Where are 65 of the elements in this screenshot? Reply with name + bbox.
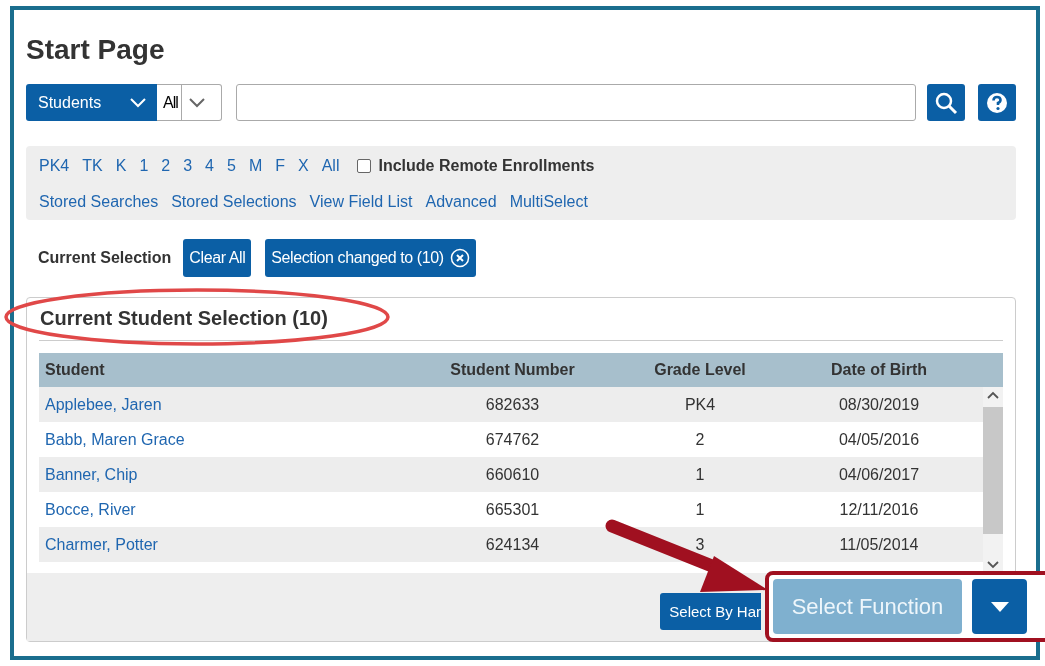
page-title: Start Page [26, 34, 166, 67]
search-icon [934, 90, 958, 115]
table-cell-text: 624134 [484, 535, 541, 554]
table-cell-text: 04/05/2016 [837, 430, 921, 449]
table-cell-text: 11/05/2014 [838, 535, 920, 554]
student-link[interactable]: Babb, Maren Grace [39, 430, 400, 449]
table-cell-text: 665301 [484, 500, 541, 519]
search-button[interactable] [927, 84, 965, 121]
student-link[interactable]: Bocce, River [39, 500, 400, 519]
search-link[interactable]: Stored Selections [171, 193, 297, 211]
panel-heading: Current Student Selection (10) [39, 307, 1003, 341]
table-cell-text: 04/06/2017 [837, 465, 921, 484]
current-selection-label: Current Selection [38, 249, 172, 267]
grade-link[interactable]: F [275, 157, 285, 175]
table-cell-text: 1 [694, 465, 706, 484]
grade-link[interactable]: 4 [205, 157, 214, 175]
table-cell-text: 3 [694, 535, 706, 554]
search-field[interactable] [236, 84, 916, 121]
help-icon [986, 91, 1008, 114]
scrollbar[interactable] [983, 387, 1003, 573]
table-cell-text: 2 [694, 430, 706, 449]
table-cell-text: 08/30/2019 [837, 395, 921, 414]
grade-link[interactable]: 3 [183, 157, 193, 175]
help-button[interactable] [978, 84, 1016, 121]
column-header: Student Number [449, 361, 576, 379]
checkbox[interactable] [357, 159, 372, 173]
table-cell-text: 12/11/2016 [838, 500, 920, 519]
column-header: Grade Level [653, 361, 747, 379]
search-link[interactable]: Stored Searches [39, 193, 159, 211]
search-link[interactable]: Advanced [425, 193, 497, 211]
grade-link[interactable]: 1 [139, 157, 149, 175]
grade-link[interactable]: K [115, 157, 127, 175]
filter-dropdown[interactable]: All [157, 84, 222, 121]
chevron-icon [129, 96, 147, 109]
scroll-up-icon [987, 391, 999, 399]
column-header: Date of Birth [830, 361, 928, 379]
table-cell-text: PK4 [683, 395, 717, 414]
student-link[interactable]: Banner, Chip [39, 465, 400, 484]
scroll-thumb[interactable] [983, 407, 1003, 534]
clear-all-button[interactable]: Clear All [183, 239, 252, 277]
checkbox-label: Include Remote Enrollments [378, 157, 595, 175]
search-link[interactable]: View Field List [309, 193, 413, 211]
student-link[interactable]: Charmer, Potter [39, 535, 400, 554]
chevron-icon [187, 96, 206, 109]
column-header: Student [44, 361, 106, 379]
scroll-down-icon [987, 561, 999, 569]
table-cell-text: 682633 [484, 395, 541, 414]
student-link[interactable]: Applebee, Jaren [39, 395, 400, 414]
search-link[interactable]: MultiSelect [509, 193, 588, 211]
grade-link[interactable]: M [248, 157, 263, 175]
caret-icon [989, 600, 1010, 613]
scope-dropdown[interactable]: Students [26, 84, 157, 121]
close-icon [449, 248, 470, 268]
table-cell-text: 674762 [484, 430, 541, 449]
select-by-hand-button[interactable]: Select By Har [660, 593, 761, 630]
table-cell-text: 1 [694, 500, 706, 519]
table-cell-text: 660610 [484, 465, 541, 484]
grade-link[interactable]: X [298, 157, 309, 175]
grade-link[interactable]: PK4 [39, 157, 70, 175]
grade-link[interactable]: 2 [161, 157, 171, 175]
grade-link[interactable]: All [321, 157, 340, 175]
grade-link[interactable]: TK [82, 157, 103, 175]
selection-chip[interactable]: Selection changed to (10) [265, 239, 476, 277]
dropdown-button[interactable] [972, 579, 1027, 634]
grade-link[interactable]: 5 [227, 157, 236, 175]
